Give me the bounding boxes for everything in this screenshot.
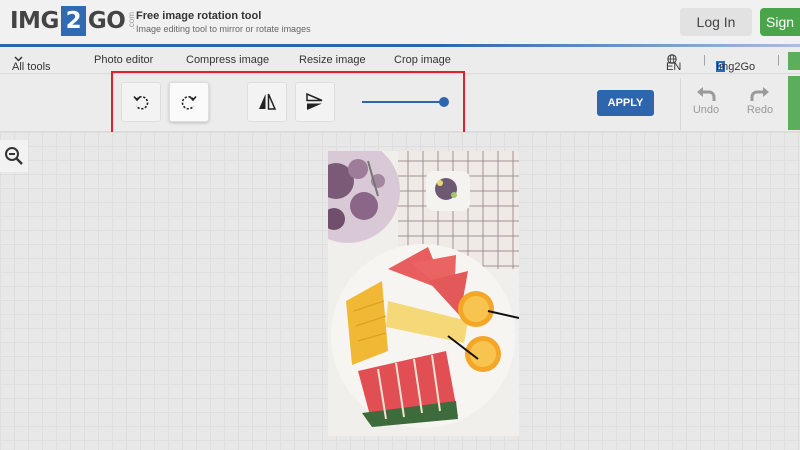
login-button[interactable]: Log In [680,8,752,36]
save-button-edge[interactable] [788,76,800,130]
undo-button[interactable]: Undo [686,84,726,116]
all-tools-label: All tools [12,61,51,73]
page-subtitle: Image editing tool to mirror or rotate i… [136,24,311,34]
fruit-plate-photo [328,151,519,436]
all-tools-menu[interactable]: All tools [12,54,51,73]
redo-label: Redo [746,104,774,116]
image-preview[interactable] [328,151,519,436]
tool-highlight-box [111,71,465,135]
logo-prefix: IMG [10,8,59,34]
toolbar-divider [680,78,681,130]
undo-icon [697,87,716,101]
logo-suffix: GO [87,8,126,34]
nav-item-photo-editor[interactable]: Photo editor [94,54,153,66]
redo-icon [750,87,769,101]
undo-label: Undo [692,104,720,116]
nav-separator: | [777,54,780,66]
img2go-logo[interactable]: IMG 2 GO .com [10,6,136,36]
nav-item-compress-image[interactable]: Compress image [186,54,269,66]
nav-item-crop-image[interactable]: Crop image [394,54,451,66]
zoom-out-button[interactable] [0,140,28,172]
zoom-out-icon [5,147,23,165]
main-nav: All tools Photo editor Compress image Re… [0,47,800,74]
redo-button[interactable]: Redo [740,84,780,116]
apply-button[interactable]: APPLY [597,90,654,116]
signup-button[interactable]: Sign [760,8,800,36]
page-title: Free image rotation tool [136,10,262,22]
nav-green-edge [788,52,800,70]
language-selector[interactable]: EN [666,54,681,73]
header: IMG 2 GO .com Free image rotation tool I… [0,0,800,44]
logo-tld: .com [127,12,137,30]
nav-item-resize-image[interactable]: Resize image [299,54,366,66]
logo-middle: 2 [60,6,86,36]
brand-link-label: Img2Go [716,61,756,73]
language-label: EN [666,61,682,73]
nav-separator: | [703,54,706,66]
